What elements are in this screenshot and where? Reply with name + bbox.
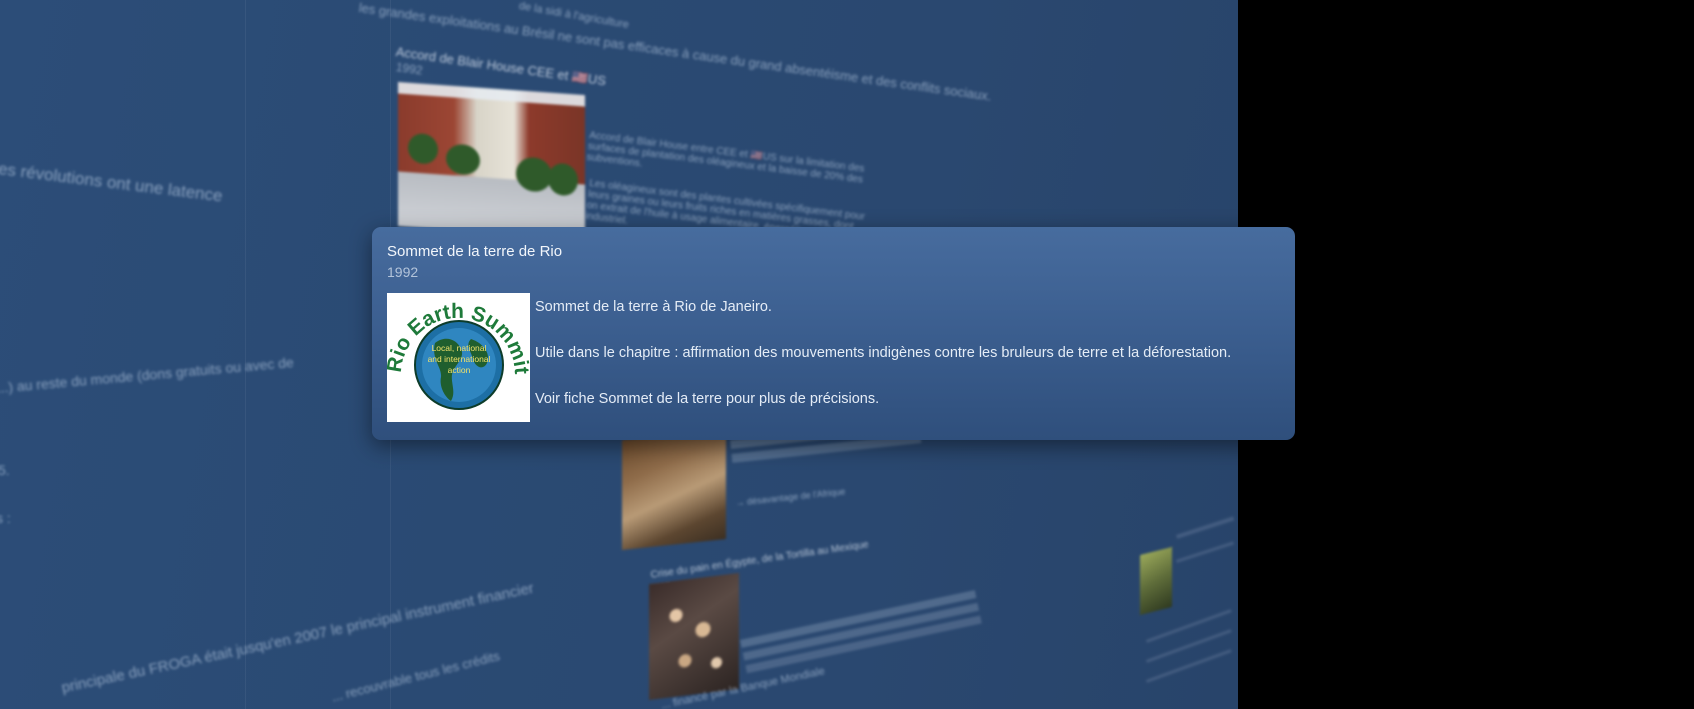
background-text-line bbox=[1146, 609, 1232, 643]
background-entry-title: Accord de Blair House CEE et 🇺🇸US bbox=[394, 44, 607, 89]
background-entry-year: 1992 bbox=[395, 60, 424, 78]
background-entry-title: Crise du pain en Égypte, de la Tortilla … bbox=[650, 539, 870, 581]
event-title: Sommet de la terre de Rio bbox=[387, 243, 563, 260]
event-description-paragraph: Utile dans le chapitre : affirmation des… bbox=[535, 345, 1232, 361]
background-photo-small bbox=[1140, 547, 1172, 615]
background-photo-crowd bbox=[649, 572, 739, 700]
background-text-line bbox=[1176, 516, 1235, 539]
event-year: 1992 bbox=[387, 264, 419, 280]
background-text: → désavantage de l'Afrique bbox=[735, 486, 846, 508]
column-divider bbox=[245, 0, 246, 709]
event-description-paragraph: Voir fiche Sommet de la terre pour plus … bbox=[535, 391, 880, 407]
background-text: ... recouvrable tous les crédits bbox=[330, 648, 502, 705]
background-text-block bbox=[740, 590, 982, 674]
event-detail-popup[interactable]: Sommet de la terre de Rio 1992 Rio Earth… bbox=[372, 227, 1295, 440]
background-text: principale du FROGA était jusqu'en 2007 … bbox=[60, 579, 536, 697]
event-description: Sommet de la terre à Rio de Janeiro. Uti… bbox=[535, 297, 1275, 435]
background-text-line bbox=[1176, 541, 1234, 563]
background-text: ...) au reste du monde (dons gratuits ou… bbox=[0, 354, 295, 396]
background-text: 5. bbox=[0, 462, 10, 478]
background-photo-street bbox=[622, 429, 726, 550]
event-description-paragraph: Sommet de la terre à Rio de Janeiro. bbox=[535, 299, 772, 315]
earth-summit-logo-icon: Rio Earth Summit 1992 Local, national an… bbox=[387, 293, 530, 422]
logo-globe-caption: Local, national and international action bbox=[427, 343, 491, 375]
background-photo-building bbox=[398, 82, 585, 240]
background-text: Les révolutions ont une latence bbox=[0, 158, 224, 206]
background-text: s : bbox=[0, 510, 11, 526]
stage: les grandes exploitations au Brésil ne s… bbox=[0, 0, 1694, 709]
event-image-rio-earth-summit-logo: Rio Earth Summit 1992 Local, national an… bbox=[387, 293, 530, 422]
